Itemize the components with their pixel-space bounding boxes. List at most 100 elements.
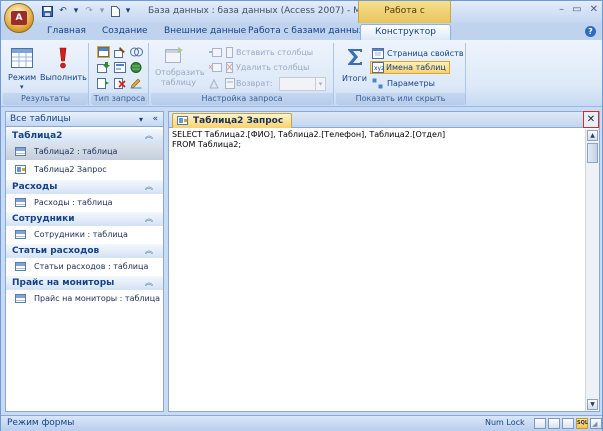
table-icon — [15, 262, 26, 271]
parameters-icon[interactable] — [372, 78, 384, 92]
nav-item-tablitsa2-table[interactable]: Таблица2 : таблица — [6, 143, 163, 160]
nav-group-stati-raskhodov[interactable]: Статьи расходов ︽ — [6, 244, 163, 258]
group-results-label: Результаты — [3, 93, 88, 105]
tab-create[interactable]: Создание — [102, 26, 148, 36]
nav-group-sotrudniki[interactable]: Сотрудники ︽ — [6, 212, 163, 226]
scroll-down-icon[interactable]: ▼ — [587, 399, 598, 410]
save-icon[interactable] — [41, 6, 53, 17]
show-table-icon — [165, 47, 183, 63]
new-document-icon[interactable] — [109, 6, 121, 17]
builder-icon — [209, 78, 221, 92]
property-sheet-icon[interactable] — [372, 48, 384, 62]
nav-group-prais[interactable]: Прайс на мониторы ︽ — [6, 276, 163, 290]
undo-icon[interactable]: ↶ — [57, 6, 69, 17]
svg-text:xyz: xyz — [374, 65, 384, 72]
tab-external-data[interactable]: Внешние данные — [164, 26, 246, 36]
redo-icon[interactable]: ↷ — [83, 6, 95, 17]
table-icon — [15, 294, 26, 303]
customize-qat-icon[interactable]: ▾ — [125, 6, 131, 17]
document-tabs: Таблица2 Запрос ✕ — [169, 111, 599, 128]
totals-label: Итоги — [342, 74, 367, 83]
sql-view-button[interactable]: SQL — [576, 418, 588, 429]
nav-item-label: Сотрудники : таблица — [34, 230, 128, 239]
nav-group-tablitsa2[interactable]: Таблица2 ︽ — [6, 129, 163, 143]
tab-home[interactable]: Главная — [47, 26, 86, 36]
help-icon[interactable]: ? — [585, 26, 596, 37]
office-logo-icon: A — [11, 11, 27, 25]
navigation-pane: Все таблицы ▾ « Таблица2 ︽ Таблица2 : та… — [5, 111, 164, 412]
globe-icon — [130, 62, 142, 73]
sql-editor[interactable]: SELECT Таблица2.[ФИО], Таблица2.[Телефон… — [171, 130, 583, 410]
chevron-down-icon[interactable]: ▾ — [139, 112, 143, 127]
minimize-button[interactable]: – — [559, 4, 564, 15]
sql-line: SELECT Таблица2.[ФИО], Таблица2.[Телефон… — [172, 130, 446, 139]
make-table-query-button[interactable] — [114, 47, 126, 61]
scroll-up-icon[interactable]: ▲ — [587, 130, 598, 141]
nav-item-sotrudniki-table[interactable]: Сотрудники : таблица — [6, 226, 163, 243]
data-definition-button[interactable] — [130, 78, 142, 92]
status-num-lock: Num Lock — [485, 418, 525, 427]
run-button[interactable] — [58, 47, 68, 72]
property-sheet-button[interactable]: Страница свойств — [387, 49, 464, 58]
scroll-thumb[interactable] — [587, 143, 598, 163]
chevron-down-icon: ▾ — [315, 78, 325, 90]
nav-group-raskhody[interactable]: Расходы ︽ — [6, 180, 163, 194]
office-button[interactable]: A — [4, 3, 34, 33]
contextual-tab-title: Работа с запросами — [358, 1, 451, 36]
append-icon — [97, 62, 110, 73]
table-icon — [15, 230, 26, 239]
collapse-pane-icon[interactable]: « — [152, 112, 158, 127]
show-table-label-line2: таблицу — [161, 78, 196, 87]
document-tab-query[interactable]: Таблица2 Запрос — [172, 113, 293, 128]
maximize-button[interactable]: ▭ — [572, 4, 581, 15]
sigma-icon — [348, 49, 362, 65]
pivot-chart-view-button[interactable] — [562, 418, 574, 429]
pencil-icon — [130, 78, 142, 89]
table-names-label: Имена таблиц — [386, 63, 446, 72]
nav-item-stati-raskhodov-table[interactable]: Статьи расходов : таблица — [6, 258, 163, 275]
datasheet-view-button[interactable] — [534, 418, 546, 429]
access-window: ↶ ▾ ↷ ▾ ▾ База данных : база данных (Acc… — [0, 0, 603, 431]
chevron-up-icon: ︽ — [145, 182, 153, 191]
resize-grip-icon[interactable]: ◢ — [592, 420, 600, 428]
parameters-button[interactable]: Параметры — [387, 79, 435, 88]
status-mode: Режим формы — [7, 418, 75, 428]
return-icon — [225, 78, 235, 92]
view-button[interactable] — [11, 48, 33, 71]
chevron-down-icon[interactable]: ▾ — [20, 83, 24, 91]
union-query-button[interactable] — [130, 47, 143, 60]
totals-button[interactable] — [345, 47, 365, 70]
return-label: Возврат: — [236, 79, 273, 88]
chevron-down-icon[interactable]: ▾ — [99, 6, 105, 17]
nav-item-tablitsa2-query[interactable]: Таблица2 Запрос — [6, 161, 163, 178]
group-query-type: Тип запроса — [91, 43, 149, 105]
run-exclamation-icon — [59, 47, 67, 69]
update-query-button[interactable] — [97, 78, 110, 92]
close-document-button[interactable]: ✕ — [583, 111, 599, 128]
delete-query-button[interactable] — [114, 78, 126, 92]
nav-item-prais-table[interactable]: Прайс на мониторы : таблица — [6, 290, 163, 307]
title-bar: ↶ ▾ ↷ ▾ ▾ База данных : база данных (Acc… — [1, 1, 602, 36]
vertical-scrollbar[interactable]: ▲ ▼ — [585, 129, 599, 411]
chevron-down-icon[interactable]: ▾ — [73, 6, 79, 17]
nav-group-label: Прайс на мониторы — [12, 278, 115, 288]
nav-item-raskhody-table[interactable]: Расходы : таблица — [6, 194, 163, 211]
view-button-label: Режим — [8, 73, 37, 82]
pivot-table-view-button[interactable] — [548, 418, 560, 429]
select-query-button[interactable] — [97, 46, 110, 58]
table-names-button[interactable]: xyz Имена таблиц — [370, 61, 450, 74]
nav-header[interactable]: Все таблицы ▾ « — [6, 112, 163, 127]
chevron-up-icon: ︽ — [145, 214, 153, 223]
update-icon — [97, 78, 109, 89]
crosstab-query-button[interactable] — [130, 62, 142, 76]
insert-columns-label: Вставить столбцы — [236, 48, 314, 57]
pass-through-button[interactable] — [114, 62, 126, 76]
group-query-setup-label: Настройка запроса — [151, 93, 333, 105]
close-window-button[interactable]: ✕ — [590, 4, 598, 15]
show-table-button — [165, 47, 183, 68]
sql-line: FROM Таблица2; — [172, 140, 242, 149]
tab-database-tools[interactable]: Работа с базами данных — [248, 26, 364, 36]
nav-group-label: Расходы — [12, 182, 58, 192]
append-query-button[interactable] — [97, 62, 110, 76]
tab-design[interactable]: Конструктор — [360, 24, 451, 40]
